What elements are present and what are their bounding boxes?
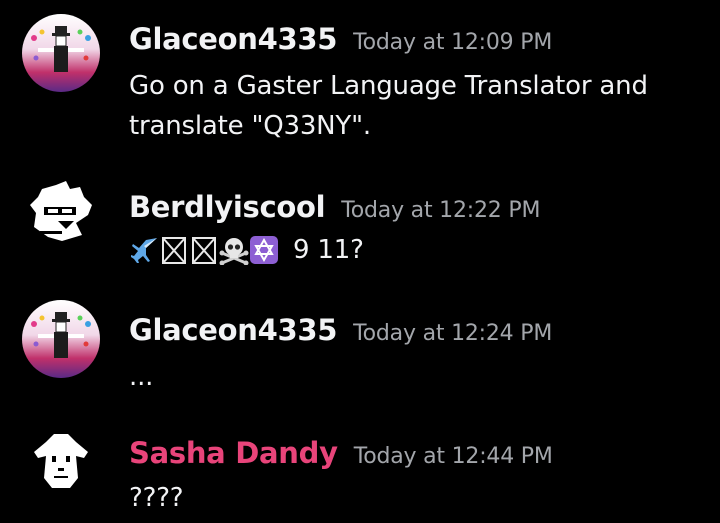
star-of-david-emoji (249, 235, 279, 265)
skull-crossbones-emoji (219, 235, 249, 265)
message-line: ???? (129, 483, 184, 513)
user-avatar[interactable] (22, 300, 100, 378)
username[interactable]: Glaceon4335 (129, 313, 337, 347)
username[interactable]: Sasha Dandy (129, 436, 338, 470)
skyscraper-emoji (189, 235, 219, 265)
message-timestamp: Today at 12:22 PM (341, 198, 541, 223)
user-avatar[interactable] (22, 14, 100, 92)
user-avatar[interactable] (22, 422, 100, 500)
username[interactable]: Berdlyiscool (129, 190, 326, 224)
message-timestamp: Today at 12:09 PM (353, 30, 553, 55)
username[interactable]: Glaceon4335 (129, 22, 337, 56)
pixel-bird-avatar-icon (22, 175, 100, 253)
message-content: ???? (129, 478, 184, 518)
jester-avatar-icon (22, 300, 100, 378)
message-timestamp: Today at 12:44 PM (353, 444, 553, 469)
message-line: Go on a Gaster Language Translator and (129, 71, 648, 101)
skyscraper-emoji (159, 235, 189, 265)
airplane-emoji (129, 235, 159, 265)
message-content: ... (129, 357, 153, 397)
pixel-goat-avatar-icon (22, 422, 100, 500)
message-timestamp: Today at 12:24 PM (353, 321, 553, 346)
message-line: ... (129, 362, 154, 392)
message-text: 9 11? (293, 235, 364, 265)
message-content: 9 11? (129, 230, 364, 270)
message-line: translate "Q33NY". (129, 111, 371, 141)
user-avatar[interactable] (22, 175, 100, 253)
message-content: Go on a Gaster Language Translator and t… (129, 66, 648, 146)
jester-avatar-icon (22, 14, 100, 92)
